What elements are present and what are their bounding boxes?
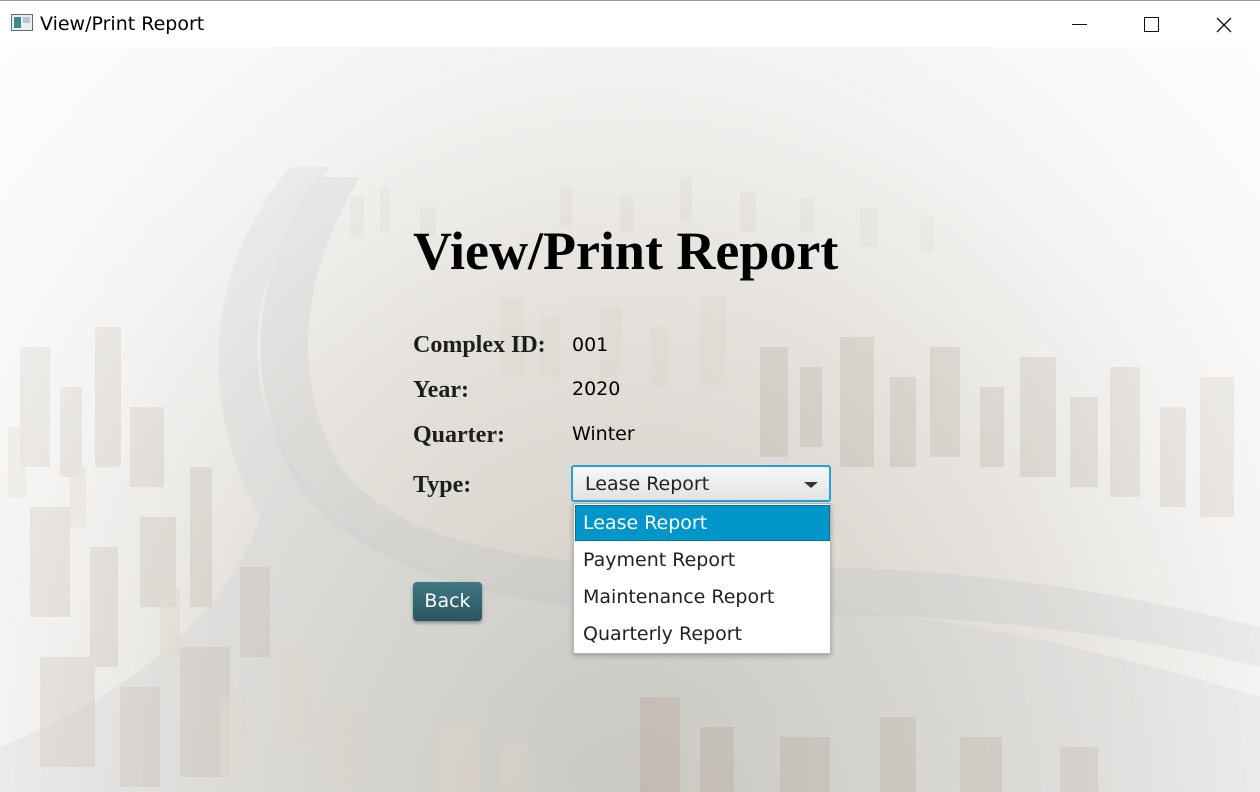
year-value: 2020 [572, 378, 621, 400]
complex-id-label: Complex ID: [413, 332, 546, 358]
option-lease-report[interactable]: Lease Report [575, 505, 830, 541]
minimize-icon [1072, 24, 1087, 25]
background-city-image [0, 47, 1260, 792]
back-button[interactable]: Back [413, 582, 482, 621]
quarter-label: Quarter: [413, 422, 505, 448]
report-type-selected-value: Lease Report [585, 473, 710, 495]
minimize-button[interactable] [1044, 1, 1116, 48]
maximize-icon [1144, 17, 1159, 32]
report-type-select[interactable]: Lease Report [571, 465, 831, 502]
page-title: View/Print Report [413, 221, 839, 281]
report-type-dropdown-list: Lease Report Payment Report Maintenance … [573, 503, 831, 654]
option-payment-report[interactable]: Payment Report [575, 542, 830, 578]
app-window-icon [11, 14, 33, 31]
quarter-value: Winter [572, 423, 635, 445]
title-bar: View/Print Report [0, 0, 1260, 47]
complex-id-value: 001 [572, 334, 609, 356]
option-maintenance-report[interactable]: Maintenance Report [575, 579, 830, 615]
year-label: Year: [413, 377, 469, 403]
chevron-down-icon [804, 482, 818, 488]
type-label: Type: [413, 472, 472, 498]
maximize-button[interactable] [1116, 1, 1188, 48]
close-icon [1216, 17, 1232, 33]
close-button[interactable] [1188, 1, 1260, 48]
window-title: View/Print Report [40, 13, 205, 35]
option-quarterly-report[interactable]: Quarterly Report [575, 616, 830, 652]
